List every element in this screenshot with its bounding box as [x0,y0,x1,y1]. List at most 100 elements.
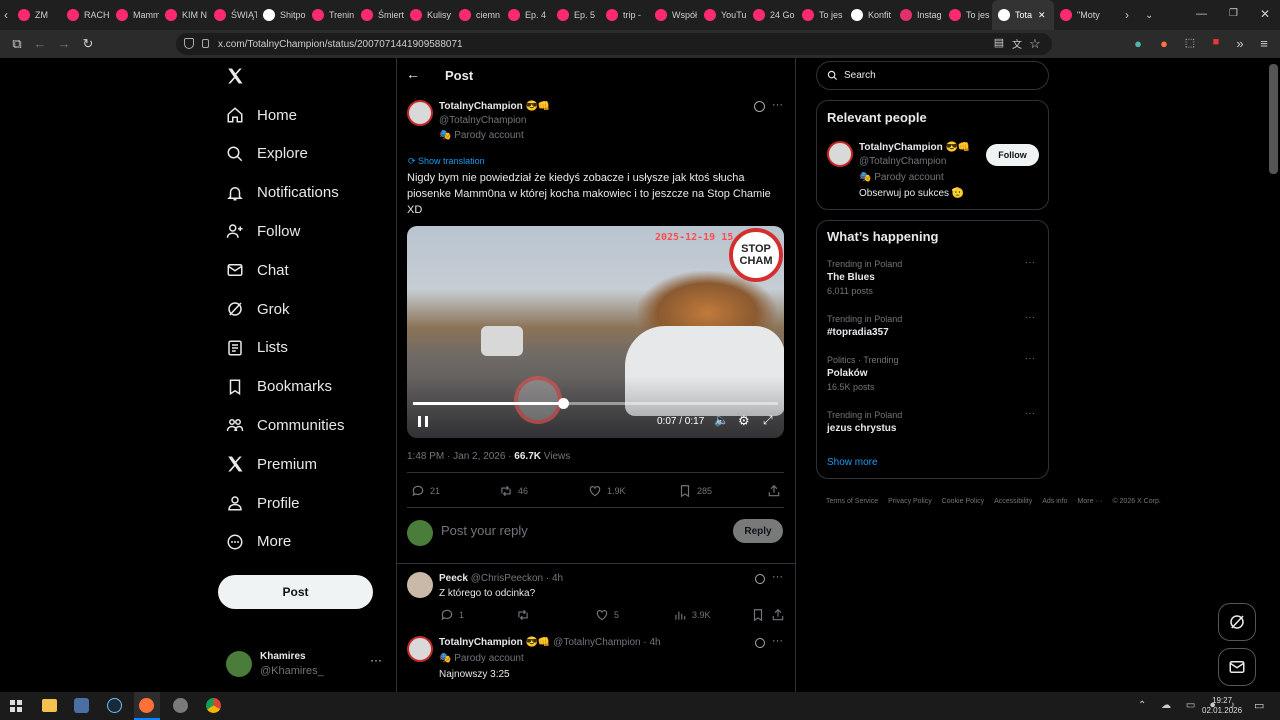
sidebar-item-bookmarks[interactable]: Bookmarks [226,372,332,402]
reply-avatar[interactable] [407,636,433,662]
reply-more-icon[interactable]: ··· [772,635,783,647]
video-progress-knob[interactable] [557,398,569,409]
maximize-icon[interactable]: ❐ [1229,8,1238,19]
chrome-icon[interactable] [206,698,221,713]
settings-gear-icon[interactable]: ⚙ [738,413,750,429]
menu-icon[interactable]: ≡ [1255,36,1273,51]
reply-input[interactable]: Post your reply [441,523,528,538]
reply-author-handle[interactable]: @TotalnyChampion · 4h [553,637,660,648]
footer-link[interactable]: Cookie Policy [942,498,984,505]
browser-tab[interactable]: Instag [894,0,943,30]
minimize-icon[interactable]: — [1196,8,1207,20]
extension-fox-icon[interactable]: ● [1155,36,1173,51]
forward-icon[interactable]: → [55,36,73,51]
post-compose-button[interactable]: Post [218,575,373,609]
tab-scroll-right-icon[interactable]: › [1117,8,1137,22]
reply-views-action[interactable]: 3.9K [673,608,711,622]
reply-like-action[interactable]: 5 [595,608,619,622]
browser-tab[interactable]: Współ [649,0,698,30]
browser-tab[interactable]: YouTu [698,0,747,30]
trend-more-icon[interactable]: ··· [1025,408,1035,419]
browser-tab[interactable]: RACH [61,0,110,30]
browser-tab[interactable]: Ep. 5 [551,0,600,30]
repost-action[interactable]: 46 [499,484,528,498]
reply-bookmark-action[interactable] [751,608,770,622]
grok-float-button[interactable] [1218,603,1256,641]
person-handle[interactable]: @TotalnyChampion [859,156,946,167]
post-more-icon[interactable]: ··· [772,99,783,111]
browser-tab[interactable]: ŚWIĄT [208,0,257,30]
sidebar-item-chat[interactable]: Chat [226,255,289,285]
back-icon[interactable]: ← [31,36,49,51]
footer-link[interactable]: © 2026 X Corp. [1112,498,1160,505]
like-action[interactable]: 1.9K [588,484,626,498]
browser-tab[interactable]: Kulisy [404,0,453,30]
trend-item[interactable]: Trending in Poland jezus chrystus ··· [827,408,1037,434]
trend-more-icon[interactable]: ··· [1025,353,1035,364]
reply-author-name[interactable]: TotalnyChampion 😎👊 [439,637,550,648]
reply-avatar[interactable] [407,572,433,598]
reply-grok-icon[interactable] [755,574,765,584]
notifications-icon[interactable]: ▭ [1254,699,1264,712]
translate-icon[interactable]: 文 [1008,36,1026,51]
extensions-puzzle-icon[interactable]: ⬚ [1181,36,1199,49]
video-player[interactable]: 2025-12-19 15 STOP CHAM 0:07 / 0:17 🔈 ⚙ … [407,226,784,438]
browser-tab[interactable]: Shitpo [257,0,306,30]
footer-link[interactable]: Accessibility [994,498,1032,505]
footer-link[interactable]: Privacy Policy [888,498,932,505]
browser-tab[interactable]: ZM [12,0,61,30]
firefox-icon[interactable] [134,692,160,720]
close-window-icon[interactable]: ✕ [1260,7,1270,21]
reply-repost-action[interactable] [516,608,535,622]
app-icon[interactable] [74,698,89,713]
sidebar-item-notifications[interactable]: Notifications [226,178,339,208]
browser-tab[interactable]: 24 Go [747,0,796,30]
reply-more-icon[interactable]: ··· [772,571,783,583]
browser-tab[interactable]: Mamm [110,0,159,30]
extension-shield-icon[interactable]: ● [1129,36,1147,51]
person-name[interactable]: TotalnyChampion 😎👊 [859,142,970,153]
browser-tab[interactable]: To jes [943,0,992,30]
person-avatar[interactable] [827,141,853,167]
footer-link[interactable]: Terms of Service [826,498,878,505]
sidebar-item-premium[interactable]: Premium [226,449,317,479]
overflow-chevron-icon[interactable]: » [1231,36,1249,51]
file-explorer-icon[interactable] [42,699,57,712]
messages-float-button[interactable] [1218,648,1256,686]
account-switcher[interactable]: Khamires @Khamires_ ··· [226,648,386,682]
follow-button[interactable]: Follow [986,144,1039,166]
sidebar-item-lists[interactable]: Lists [226,333,288,363]
tab-close-icon[interactable]: ✕ [1038,10,1046,21]
sidebar-item-follow[interactable]: Follow [226,216,300,246]
sidebar-item-more[interactable]: More [226,527,291,557]
reply-share-action[interactable] [771,608,790,622]
author-name[interactable]: TotalnyChampion 😎👊 [439,101,550,112]
sidebar-item-communities[interactable]: Communities [226,410,345,440]
fullscreen-icon[interactable]: ⤢ [763,413,773,428]
clock[interactable]: 19:27 02.01.2026 [1202,696,1242,716]
browser-tab[interactable]: Ep. 4 [502,0,551,30]
reply-grok-icon[interactable] [755,638,765,648]
start-icon[interactable] [10,700,22,712]
account-more-icon[interactable]: ··· [370,653,382,667]
tab-list-icon[interactable]: ⌄ [1137,10,1161,21]
browser-tab[interactable]: "Moty [1054,0,1103,30]
video-progress-track[interactable] [413,398,778,409]
reply-reply-action[interactable]: 1 [440,608,464,622]
bookmark-star-icon[interactable]: ☆ [1026,36,1044,52]
search-box[interactable]: Search [816,61,1049,90]
reply-button[interactable]: Reply [733,519,783,543]
footer-link[interactable]: Ads info [1042,498,1067,505]
page-scrollbar[interactable] [1269,64,1278,174]
sidebar-toggle-icon[interactable]: ⧉ [8,36,26,52]
extension-badge-icon[interactable]: ■ [1207,36,1225,48]
browser-tab[interactable]: Konfit [845,0,894,30]
volume-icon[interactable]: 🔈 [714,413,729,427]
trend-item[interactable]: Trending in Poland #topradia357 ··· [827,312,1037,338]
browser-tab[interactable]: Tota ✕ [992,0,1054,30]
grok-post-icon[interactable] [754,101,765,112]
url-field[interactable]: x.com/TotalnyChampion/status/20070714419… [176,33,1052,55]
reply-author-name[interactable]: Peeck [439,573,468,584]
browser-tab[interactable]: ciemn [453,0,502,30]
show-more-link[interactable]: Show more [827,457,878,468]
